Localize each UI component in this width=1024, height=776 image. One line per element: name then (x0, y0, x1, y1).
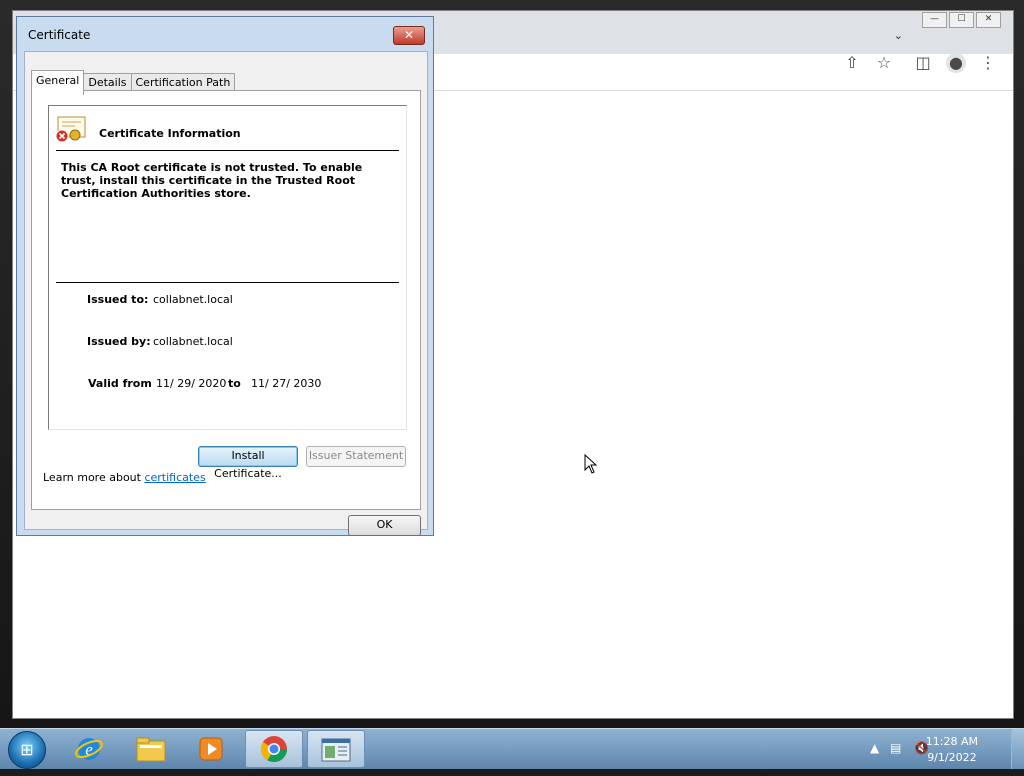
internet-explorer-icon[interactable]: e (60, 730, 118, 768)
clock[interactable]: 11:28 AM 9/1/2022 (926, 735, 978, 764)
minimize-button[interactable]: — (922, 12, 947, 28)
media-player-icon[interactable] (182, 730, 240, 768)
certificate-error-icon (55, 116, 86, 143)
valid-to-value: 11/ 27/ 2030 (251, 377, 322, 390)
dialog-title: Certificate (28, 28, 91, 42)
certificate-dialog: Certificate ✕ General Details Certificat… (16, 16, 434, 536)
clock-time: 11:28 AM (925, 735, 978, 748)
valid-from-label: Valid from (88, 377, 152, 390)
divider-top (56, 150, 399, 151)
share-icon[interactable]: ⇧ (842, 53, 862, 72)
certificate-manager-icon[interactable] (307, 730, 365, 768)
divider-bottom (56, 282, 399, 283)
chrome-icon[interactable] (245, 730, 303, 768)
dialog-body: General Details Certification Path Certi… (24, 51, 428, 536)
valid-from-value: 11/ 29/ 2020 (156, 377, 227, 390)
network-icon[interactable]: ▤ (890, 741, 901, 755)
issuer-statement-button[interactable]: Issuer Statement (306, 446, 406, 467)
menu-icon[interactable]: ⋮ (978, 53, 998, 72)
clock-date: 9/1/2022 (927, 751, 977, 764)
dialog-close-button[interactable]: ✕ (393, 26, 425, 45)
file-explorer-icon[interactable] (122, 730, 180, 768)
learn-more-prefix: Learn more about (43, 471, 145, 484)
close-button[interactable]: ✕ (976, 12, 1001, 28)
tab-general[interactable]: General (31, 70, 85, 95)
taskbar: ⊞ e ▲ ▤ 🔇 11:28 AM 9/1/2022 (0, 728, 1024, 769)
chevron-down-icon[interactable]: ⌄ (894, 29, 903, 42)
certificate-info-box: Certificate Information This CA Root cer… (48, 105, 407, 430)
start-button[interactable]: ⊞ (8, 731, 46, 769)
trust-message: This CA Root certificate is not trusted.… (61, 161, 363, 200)
certificate-info-heading: Certificate Information (99, 127, 241, 140)
side-panel-icon[interactable]: ◫ (913, 53, 933, 72)
issued-by-label: Issued by: (87, 335, 151, 348)
profile-icon[interactable]: ● (946, 53, 966, 73)
learn-more-text: Learn more about certificates (43, 471, 206, 484)
maximize-button[interactable]: ☐ (949, 12, 974, 28)
issued-to-value: collabnet.local (153, 293, 233, 306)
issued-by-value: collabnet.local (153, 335, 233, 348)
window-controls: — ☐ ✕ (920, 12, 1001, 28)
certificates-link[interactable]: certificates (144, 471, 205, 484)
install-certificate-button[interactable]: Install Certificate... (198, 446, 298, 480)
show-hidden-icons-icon[interactable]: ▲ (870, 741, 879, 755)
issued-to-label: Issued to: (87, 293, 149, 306)
mouse-cursor-icon (584, 454, 598, 474)
ok-button[interactable]: OK (348, 515, 421, 536)
general-tab-panel: Certificate Information This CA Root cer… (31, 90, 421, 510)
bookmark-star-icon[interactable]: ☆ (874, 53, 894, 72)
show-desktop-button[interactable] (1011, 729, 1024, 769)
valid-to-label: to (228, 377, 241, 390)
